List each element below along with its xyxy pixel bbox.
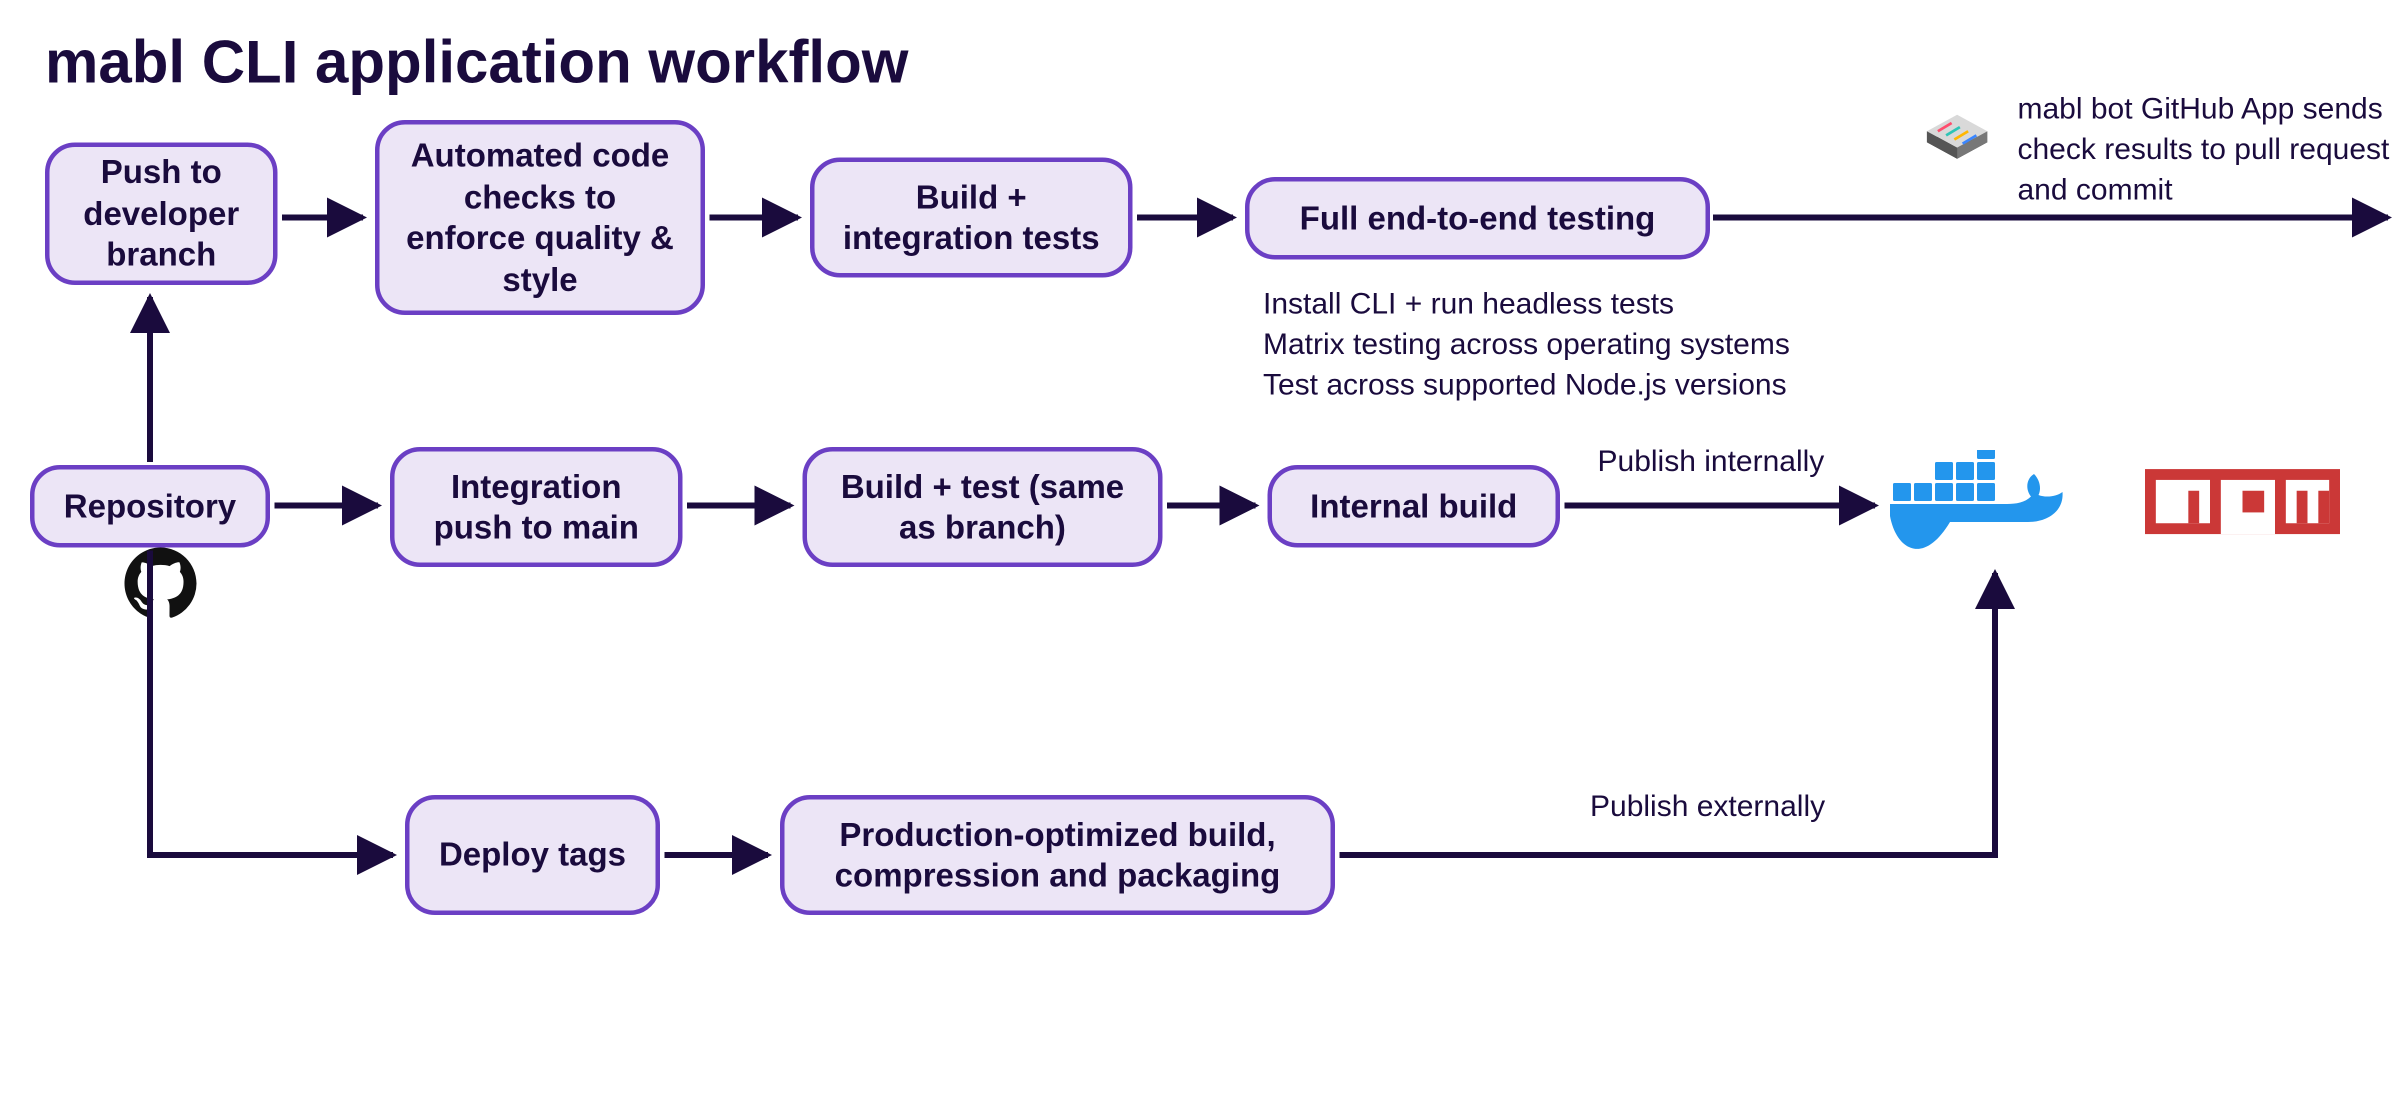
node-push-branch: Push to developer branch <box>45 143 278 286</box>
node-internal-build: Internal build <box>1268 465 1561 548</box>
node-repository: Repository <box>30 465 270 548</box>
node-prod-build: Production-optimized build, compression … <box>780 795 1335 915</box>
e2e-details: Install CLI + run headless tests Matrix … <box>1263 285 1908 407</box>
e2e-detail-line-1: Install CLI + run headless tests <box>1263 285 1908 326</box>
github-icon <box>125 548 197 628</box>
mabl-bot-icon <box>1920 90 2003 180</box>
node-e2e-testing: Full end-to-end testing <box>1245 177 1710 260</box>
node-build-integration: Build + integration tests <box>810 158 1133 278</box>
npm-icon <box>2145 462 2340 560</box>
node-code-checks: Automated code checks to enforce quality… <box>375 120 705 315</box>
e2e-detail-line-3: Test across supported Node.js versions <box>1263 366 1908 407</box>
bot-note: mabl bot GitHub App sends check results … <box>2018 90 2393 212</box>
node-deploy-tags: Deploy tags <box>405 795 660 915</box>
diagram-title: mabl CLI application workflow <box>45 27 908 99</box>
e2e-detail-line-2: Matrix testing across operating systems <box>1263 326 1908 367</box>
label-publish-external: Publish externally <box>1590 788 1825 829</box>
node-integration-main: Integration push to main <box>390 447 683 567</box>
label-publish-internal: Publish internally <box>1598 443 1825 484</box>
node-build-test-same: Build + test (same as branch) <box>803 447 1163 567</box>
docker-icon <box>1890 450 2085 593</box>
